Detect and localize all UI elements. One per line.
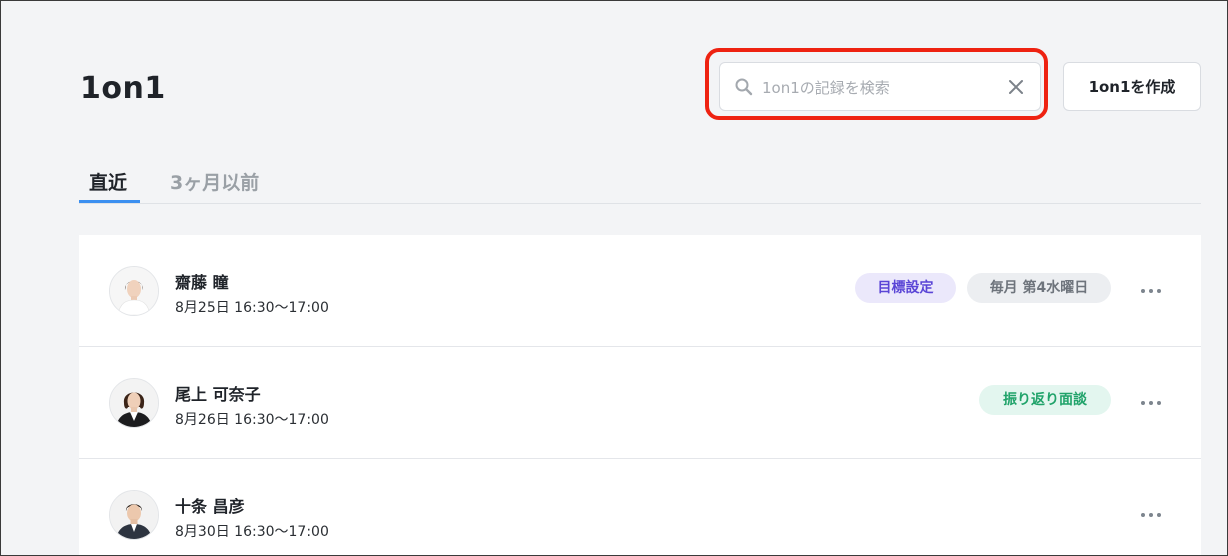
more-horizontal-icon[interactable] [1139, 503, 1163, 527]
tag-badge: 目標設定 [855, 273, 956, 303]
search-input[interactable] [760, 73, 1004, 103]
tab-bar: 直近 3ヶ月以前 [79, 163, 1201, 204]
recurrence-badge: 毎月 第4水曜日 [967, 273, 1111, 303]
meeting-list: 齋藤 瞳 8月25日 16:30〜17:00 目標設定 毎月 第4水曜日 尾上 … [79, 235, 1201, 555]
avatar [109, 378, 159, 428]
attendee-name: 齋藤 瞳 [175, 273, 229, 292]
search-box[interactable] [719, 62, 1041, 111]
close-icon[interactable] [1006, 77, 1026, 97]
meeting-datetime: 8月25日 16:30〜17:00 [175, 300, 329, 316]
tab-recent[interactable]: 直近 [89, 168, 127, 195]
more-horizontal-icon[interactable] [1139, 279, 1163, 303]
more-horizontal-icon[interactable] [1139, 391, 1163, 415]
avatar [109, 266, 159, 316]
create-1on1-button[interactable]: 1on1を作成 [1063, 62, 1201, 111]
active-tab-indicator [79, 200, 140, 203]
search-icon [734, 77, 754, 97]
meeting-row[interactable]: 十条 昌彦 8月30日 16:30〜17:00 [79, 459, 1201, 555]
avatar [109, 490, 159, 540]
meeting-row[interactable]: 齋藤 瞳 8月25日 16:30〜17:00 目標設定 毎月 第4水曜日 [79, 235, 1201, 347]
attendee-name: 十条 昌彦 [175, 497, 245, 516]
tag-badge: 振り返り面談 [979, 385, 1111, 415]
app-frame: 1on1 1on1を作成 直近 3ヶ月以前 [0, 0, 1228, 556]
attendee-name: 尾上 可奈子 [175, 385, 261, 404]
meeting-datetime: 8月26日 16:30〜17:00 [175, 412, 329, 428]
page-title: 1on1 [80, 71, 166, 106]
meeting-row[interactable]: 尾上 可奈子 8月26日 16:30〜17:00 振り返り面談 [79, 347, 1201, 459]
tab-older[interactable]: 3ヶ月以前 [170, 168, 259, 195]
meeting-datetime: 8月30日 16:30〜17:00 [175, 524, 329, 540]
